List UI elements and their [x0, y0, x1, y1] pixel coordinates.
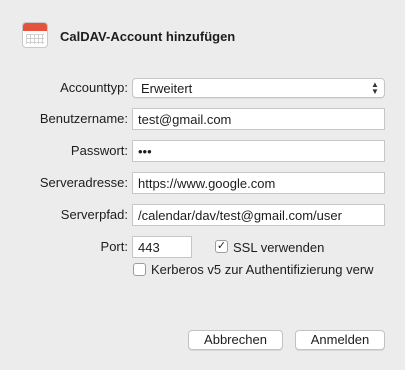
kerberos-label: Kerberos v5 zur Authentifizierung verw — [151, 262, 374, 277]
app-icon — [22, 22, 48, 48]
port-label: Port: — [100, 239, 128, 254]
server-path-field[interactable]: /calendar/dav/test@gmail.com/user — [132, 204, 385, 226]
server-address-field[interactable]: https://www.google.com — [132, 172, 385, 194]
password-row: Passwort: ••• — [0, 139, 405, 163]
server-path-row: Serverpfad: /calendar/dav/test@gmail.com… — [0, 203, 405, 227]
up-down-chevron-icon: ▲ ▼ — [371, 80, 379, 96]
checkmark-icon: ✓ — [216, 240, 227, 252]
username-row: Benutzername: test@gmail.com — [0, 107, 405, 131]
calendar-icon-header — [23, 23, 47, 31]
account-type-row: Accounttyp: Erweitert ▲ ▼ — [0, 76, 405, 100]
kerberos-checkbox[interactable] — [133, 263, 146, 276]
port-field[interactable]: 443 — [132, 236, 192, 258]
ssl-label: SSL verwenden — [233, 240, 325, 255]
dialog-title: CalDAV-Account hinzufügen — [60, 29, 236, 44]
password-label: Passwort: — [70, 143, 128, 158]
kerberos-row: Kerberos v5 zur Authentifizierung verw — [0, 258, 405, 282]
account-type-value: Erweitert — [141, 81, 193, 96]
username-field[interactable]: test@gmail.com — [132, 108, 385, 130]
port-row: Port: 443 ✓ SSL verwenden — [0, 235, 405, 259]
signin-button[interactable]: Anmelden — [295, 330, 385, 350]
account-type-label: Accounttyp: — [60, 80, 128, 95]
ssl-checkbox[interactable]: ✓ — [215, 240, 228, 253]
username-label: Benutzername: — [39, 111, 128, 126]
server-path-label: Serverpfad: — [60, 207, 128, 222]
cancel-button[interactable]: Abbrechen — [188, 330, 283, 350]
account-type-popup[interactable]: Erweitert ▲ ▼ — [132, 78, 385, 98]
server-address-row: Serveradresse: https://www.google.com — [0, 171, 405, 195]
server-address-label: Serveradresse: — [39, 175, 128, 190]
calendar-icon-grid — [26, 34, 44, 44]
password-field[interactable]: ••• — [132, 140, 385, 162]
